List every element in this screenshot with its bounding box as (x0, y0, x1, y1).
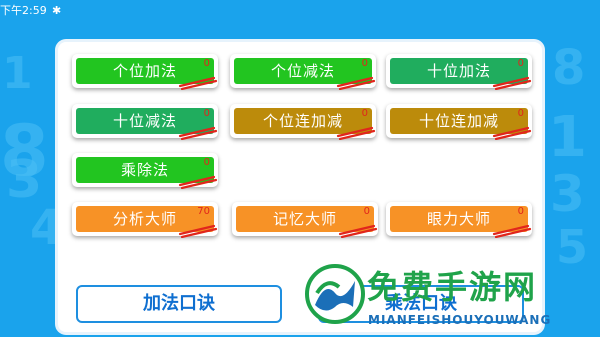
score-badge: 0 (517, 58, 524, 69)
watermark-subtitle: MIANFEISHOUYOUWANG (368, 313, 552, 327)
score-underline-icon (492, 126, 532, 140)
button-label: 十位连加减 (418, 112, 499, 130)
tens-addition-button[interactable]: 十位加法 0 (386, 54, 532, 90)
tens-mixed-face: 十位连加减 0 (390, 108, 532, 140)
status-time: 下午2:59 (0, 4, 47, 17)
multiplication-division-face: 乘除法 0 (76, 157, 218, 189)
tens-mixed-button[interactable]: 十位连加减 0 (386, 104, 532, 140)
button-label: 分析大师 (112, 210, 177, 228)
analysis-master-face: 分析大师 70 (76, 206, 218, 238)
score-badge: 0 (517, 206, 524, 217)
button-label: 十位减法 (112, 112, 177, 130)
units-addition-face: 个位加法 0 (76, 58, 218, 90)
button-label: 眼力大师 (426, 210, 491, 228)
score-underline-icon (178, 76, 218, 90)
score-badge: 0 (361, 108, 368, 119)
score-badge: 0 (203, 58, 210, 69)
score-underline-icon (336, 76, 376, 90)
units-addition-button[interactable]: 个位加法 0 (72, 54, 218, 90)
score-badge: 0 (517, 108, 524, 119)
score-underline-icon (178, 126, 218, 140)
tens-subtraction-face: 十位减法 0 (76, 108, 218, 140)
memory-master-face: 记忆大师 0 (236, 206, 378, 238)
units-subtraction-button[interactable]: 个位减法 0 (230, 54, 376, 90)
multiplication-division-button[interactable]: 乘除法 0 (72, 153, 218, 189)
score-underline-icon (492, 224, 532, 238)
units-subtraction-face: 个位减法 0 (234, 58, 376, 90)
status-bar: 下午2:59 ✱ (0, 0, 600, 22)
score-underline-icon (492, 76, 532, 90)
button-label: 十位加法 (426, 62, 491, 80)
score-underline-icon (178, 224, 218, 238)
score-badge: 0 (203, 157, 210, 168)
score-badge: 70 (197, 206, 210, 217)
button-label: 个位连加减 (262, 112, 343, 130)
bg-digit: 8 (552, 40, 586, 96)
eyesight-master-button[interactable]: 眼力大师 0 (386, 202, 532, 238)
watermark-title: 免费手游网 (367, 268, 538, 306)
memory-master-button[interactable]: 记忆大师 0 (232, 202, 378, 238)
bg-digit: 5 (556, 220, 589, 274)
score-badge: 0 (361, 58, 368, 69)
units-mixed-button[interactable]: 个位连加减 0 (230, 104, 376, 140)
button-label: 个位减法 (270, 62, 335, 80)
tens-addition-face: 十位加法 0 (390, 58, 532, 90)
score-badge: 0 (363, 206, 370, 217)
button-label: 乘除法 (120, 161, 169, 179)
analysis-master-button[interactable]: 分析大师 70 (72, 202, 218, 238)
tens-subtraction-button[interactable]: 十位减法 0 (72, 104, 218, 140)
units-mixed-face: 个位连加减 0 (234, 108, 376, 140)
bg-digit: 1 (548, 105, 587, 170)
bg-digit: 1 (2, 48, 33, 99)
button-label: 个位加法 (112, 62, 177, 80)
bluetooth-icon: ✱ (52, 4, 62, 17)
score-underline-icon (338, 224, 378, 238)
score-underline-icon (178, 175, 218, 189)
score-underline-icon (336, 126, 376, 140)
eyesight-master-face: 眼力大师 0 (390, 206, 532, 238)
watermark-logo (305, 264, 365, 324)
button-label: 记忆大师 (272, 210, 337, 228)
bg-digit: 3 (550, 165, 585, 223)
score-badge: 0 (203, 108, 210, 119)
addition-rhyme-button[interactable]: 加法口诀 (76, 285, 282, 323)
